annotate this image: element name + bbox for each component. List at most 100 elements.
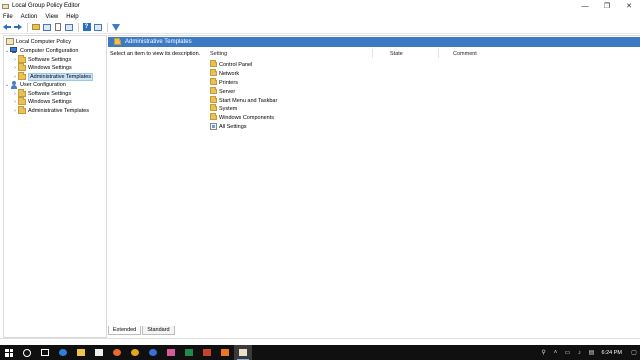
store-icon — [95, 349, 103, 356]
list-item-label: System — [219, 105, 238, 112]
taskbar: ⚲ ˄ ▭ ♪ ▤ 6:24 PM ▢ — [0, 345, 640, 360]
list-item-all-settings[interactable]: All Settings — [210, 122, 247, 131]
taskbar-sublime[interactable] — [216, 345, 234, 360]
list-item-label: All Settings — [219, 123, 247, 130]
column-divider[interactable] — [438, 49, 439, 58]
up-folder-button[interactable] — [31, 23, 40, 32]
task-view-button[interactable] — [36, 345, 54, 360]
menu-help[interactable]: Help — [66, 14, 78, 20]
taskbar-excel[interactable] — [180, 345, 198, 360]
details-header: Administrative Templates — [108, 37, 640, 47]
edge-icon — [59, 349, 67, 356]
tree-item-label: Local Computer Policy — [16, 38, 72, 45]
chevron-up-icon[interactable]: ˄ — [550, 345, 562, 360]
cortana-icon — [23, 348, 31, 357]
export-list-icon — [54, 23, 61, 31]
folder-icon — [210, 113, 217, 120]
column-header-setting[interactable]: Setting — [210, 51, 227, 57]
minimize-button[interactable]: — — [574, 0, 596, 12]
taskbar-clock[interactable]: 6:24 PM — [602, 350, 622, 356]
filter-icon — [111, 23, 120, 31]
tree-item-label: User Configuration — [20, 81, 66, 88]
app-icon — [149, 349, 157, 356]
sublime-icon — [221, 349, 229, 356]
menu-action[interactable]: Action — [21, 14, 38, 20]
tree-item-label: Computer Configuration — [20, 47, 79, 54]
media-icon — [167, 349, 175, 356]
policy-icon — [6, 38, 14, 45]
folder-icon — [210, 96, 217, 103]
policy-editor-icon — [239, 349, 247, 356]
tree-item-label: Windows Settings — [28, 98, 72, 105]
network-icon[interactable]: ▭ — [562, 345, 574, 360]
taskbar-media[interactable] — [162, 345, 180, 360]
show-pane-icon — [93, 23, 102, 31]
list-item-printers[interactable]: Printers — [210, 78, 238, 87]
properties-button[interactable] — [64, 23, 73, 32]
tree-item-computer-configuration[interactable]: ⌄ Computer Configuration — [4, 46, 78, 55]
menu-view[interactable]: View — [45, 14, 58, 20]
back-arrow-icon — [2, 24, 11, 30]
tree-item-label: Administrative Templates — [28, 107, 90, 114]
list-item-system[interactable]: System — [210, 104, 237, 113]
taskbar-powerpoint[interactable] — [198, 345, 216, 360]
people-icon[interactable]: ⚲ — [538, 345, 550, 360]
folder-icon — [210, 87, 217, 94]
tab-extended[interactable]: Extended — [108, 326, 142, 335]
back-button[interactable] — [2, 23, 11, 32]
menu-file[interactable]: File — [3, 14, 13, 20]
cortana-button[interactable] — [18, 345, 36, 360]
system-tray: ⚲ ˄ ▭ ♪ ▤ 6:24 PM ▢ — [538, 345, 640, 360]
properties-icon — [64, 23, 73, 31]
task-view-icon — [41, 349, 49, 356]
folder-up-icon — [31, 24, 40, 30]
volume-icon[interactable]: ♪ — [574, 345, 586, 360]
show-hide-tree-button[interactable] — [42, 23, 51, 32]
column-header-comment[interactable]: Comment — [453, 51, 477, 57]
taskbar-edge[interactable] — [54, 345, 72, 360]
show-pane-button[interactable] — [93, 23, 102, 32]
details-header-title: Administrative Templates — [125, 39, 192, 45]
all-settings-icon — [210, 123, 217, 130]
maximize-button[interactable]: ❐ — [596, 0, 618, 12]
list-item-windows-components[interactable]: Windows Components — [210, 113, 274, 122]
export-list-button[interactable] — [53, 23, 62, 32]
taskbar-firefox[interactable] — [108, 345, 126, 360]
taskbar-gpedit[interactable] — [234, 345, 252, 360]
folder-icon — [114, 37, 121, 45]
column-header-state[interactable]: State — [390, 51, 403, 57]
status-bar — [0, 338, 640, 339]
user-icon — [10, 80, 18, 89]
tree-item-user-administrative-templates[interactable]: › Administrative Templates — [12, 105, 90, 115]
list-item-label: Server — [219, 88, 236, 95]
folder-icon — [18, 105, 26, 114]
close-button[interactable]: ✕ — [618, 0, 640, 12]
help-icon: ? — [82, 23, 91, 31]
folder-icon — [210, 69, 217, 76]
help-button[interactable]: ? — [82, 23, 91, 32]
tree-item-user-configuration[interactable]: ⌄ User Configuration — [4, 80, 66, 89]
tab-standard[interactable]: Standard — [142, 326, 175, 335]
start-button[interactable] — [0, 345, 18, 360]
list-item-control-panel[interactable]: Control Panel — [210, 60, 252, 69]
list-item-label: Windows Components — [219, 114, 275, 121]
taskbar-file-explorer[interactable] — [72, 345, 90, 360]
tree-item-label: Software Settings — [28, 56, 72, 63]
list-item-network[interactable]: Network — [210, 69, 239, 78]
title-bar: Local Group Policy Editor — ❐ ✕ — [0, 0, 640, 12]
taskbar-chrome[interactable] — [126, 345, 144, 360]
view-tabs: Extended Standard — [108, 326, 176, 335]
list-item-server[interactable]: Server — [210, 87, 235, 96]
taskbar-store[interactable] — [90, 345, 108, 360]
file-explorer-icon — [77, 349, 85, 356]
list-item-label: Network — [219, 70, 240, 77]
forward-button[interactable] — [13, 23, 22, 32]
tree-item-local-computer-policy[interactable]: Local Computer Policy — [6, 37, 71, 46]
battery-icon[interactable]: ▤ — [586, 345, 598, 360]
notifications-icon[interactable]: ▢ — [628, 345, 640, 360]
taskbar-app-blue[interactable] — [144, 345, 162, 360]
tree-item-label: Windows Settings — [28, 64, 72, 71]
powerpoint-icon — [203, 349, 211, 356]
column-divider[interactable] — [372, 49, 373, 58]
filter-button[interactable] — [111, 23, 120, 32]
